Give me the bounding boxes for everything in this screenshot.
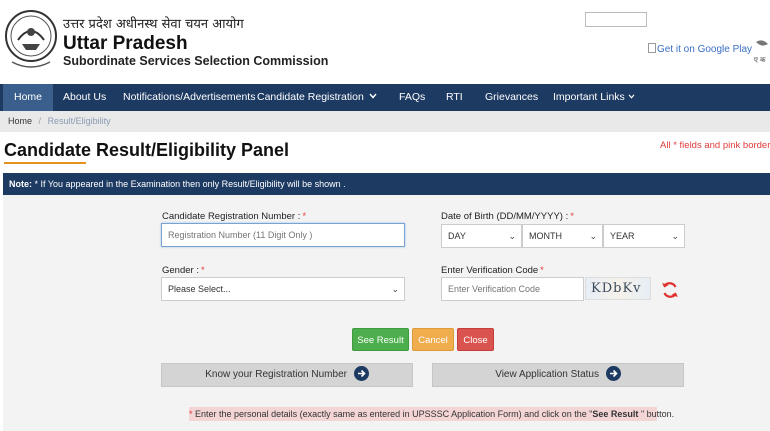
breadcrumb: Home / Result/Eligibility	[0, 111, 770, 132]
note-text: * If You appeared in the Examination the…	[32, 179, 346, 189]
cancel-button[interactable]: Cancel	[412, 328, 454, 351]
instruction-text-end: " button.	[638, 409, 675, 419]
partner-logo-text: ए क	[754, 56, 766, 64]
site-subtitle: Subordinate Services Selection Commissio…	[63, 54, 329, 68]
see-result-button[interactable]: See Result	[352, 328, 409, 351]
nav-home[interactable]: Home	[3, 84, 54, 111]
gender-value: Please Select...	[168, 284, 231, 294]
dob-day-select[interactable]: DAY ⌄	[441, 224, 522, 248]
note-bar: Note: * If You appeared in the Examinati…	[3, 173, 770, 195]
breadcrumb-current: Result/Eligibility	[47, 116, 111, 126]
site-title: Uttar Pradesh	[63, 33, 188, 54]
breadcrumb-home[interactable]: Home	[8, 116, 32, 126]
reg-number-label: Candidate Registration Number : *	[162, 211, 306, 222]
nav-candidate-registration[interactable]: Candidate Registration	[246, 84, 375, 111]
breadcrumb-separator: /	[38, 116, 42, 126]
captcha-label: Enter Verification Code *	[441, 265, 544, 276]
site-header: उत्तर प्रदेश अधीनस्थ सेवा चयन आयोग Uttar…	[0, 0, 770, 84]
dob-month-select[interactable]: MONTH ⌄	[522, 224, 603, 248]
captcha-label-text: Enter Verification Code	[441, 265, 539, 276]
nav-about-us[interactable]: About Us	[52, 84, 117, 111]
nav-faqs[interactable]: FAQs	[388, 84, 436, 111]
arrow-right-circle-icon	[605, 366, 621, 381]
view-application-status-button[interactable]: View Application Status	[432, 363, 684, 387]
instruction-bold: See Result	[592, 409, 639, 419]
nav-grievances[interactable]: Grievances	[474, 84, 549, 111]
arrow-right-circle-icon	[353, 366, 369, 381]
dob-year-select[interactable]: YEAR ⌄	[603, 224, 685, 248]
google-play-link[interactable]: Get it on Google Play	[648, 43, 752, 55]
gender-select[interactable]: Please Select... ⌄	[161, 277, 405, 301]
know-registration-number-button[interactable]: Know your Registration Number	[161, 363, 413, 387]
dob-month-value: MONTH	[529, 231, 562, 241]
required-star: *	[540, 265, 544, 276]
hindi-title: उत्तर प्रदेश अधीनस्थ सेवा चयन आयोग	[63, 17, 244, 32]
instruction-text: Enter the personal details (exactly same…	[192, 409, 593, 419]
top-banner-image	[585, 12, 647, 27]
required-star: *	[302, 211, 307, 222]
refresh-icon[interactable]	[660, 280, 680, 300]
captcha-image: KDbKv	[585, 277, 651, 300]
broken-image-icon	[648, 43, 656, 53]
gender-label-text: Gender :	[162, 265, 199, 276]
registration-number-input[interactable]	[161, 223, 405, 247]
verification-code-input[interactable]	[441, 277, 584, 301]
dob-label: Date of Birth (DD/MM/YYYY) : *	[441, 211, 574, 222]
upsssc-logo-icon[interactable]	[4, 6, 58, 74]
nav-notifications[interactable]: Notifications/Advertisements	[112, 84, 266, 111]
reg-number-label-text: Candidate Registration Number :	[162, 211, 301, 222]
page: उत्तर प्रदेश अधीनस्थ सेवा चयन आयोग Uttar…	[0, 0, 770, 431]
know-registration-number-label: Know your Registration Number	[205, 369, 347, 380]
close-button[interactable]: Close	[457, 328, 494, 351]
page-title: Candidate Result/Eligibility Panel	[4, 140, 290, 160]
dob-label-text: Date of Birth (DD/MM/YYYY) :	[441, 211, 569, 222]
view-application-status-label: View Application Status	[495, 369, 599, 380]
gender-label: Gender : *	[162, 265, 205, 276]
main-nav: Home About Us Notifications/Advertisemen…	[0, 84, 770, 111]
nav-rti[interactable]: RTI	[435, 84, 474, 111]
instruction-note: * Enter the personal details (exactly sa…	[189, 407, 674, 421]
dob-year-value: YEAR	[610, 231, 635, 241]
required-star: *	[570, 211, 574, 222]
google-play-text: Get it on Google Play	[657, 44, 753, 55]
nav-more-dropdown[interactable]	[358, 84, 388, 111]
chevron-down-icon: ⌄	[671, 231, 679, 241]
partner-logo-icon: ए क	[754, 40, 768, 64]
required-star: *	[200, 265, 205, 276]
nav-important-links-label: Important Links	[553, 91, 625, 103]
title-underline	[4, 162, 86, 164]
required-fields-note: All * fields and pink border c	[660, 140, 770, 151]
dob-day-value: DAY	[448, 231, 466, 241]
nav-important-links[interactable]: Important Links	[542, 84, 646, 111]
chevron-down-icon: ⌄	[589, 231, 597, 241]
chevron-down-icon: ⌄	[391, 284, 399, 294]
chevron-down-icon: ⌄	[508, 231, 516, 241]
chevron-down-icon	[628, 94, 635, 99]
chevron-down-icon	[369, 93, 377, 99]
note-label: Note:	[9, 179, 32, 189]
